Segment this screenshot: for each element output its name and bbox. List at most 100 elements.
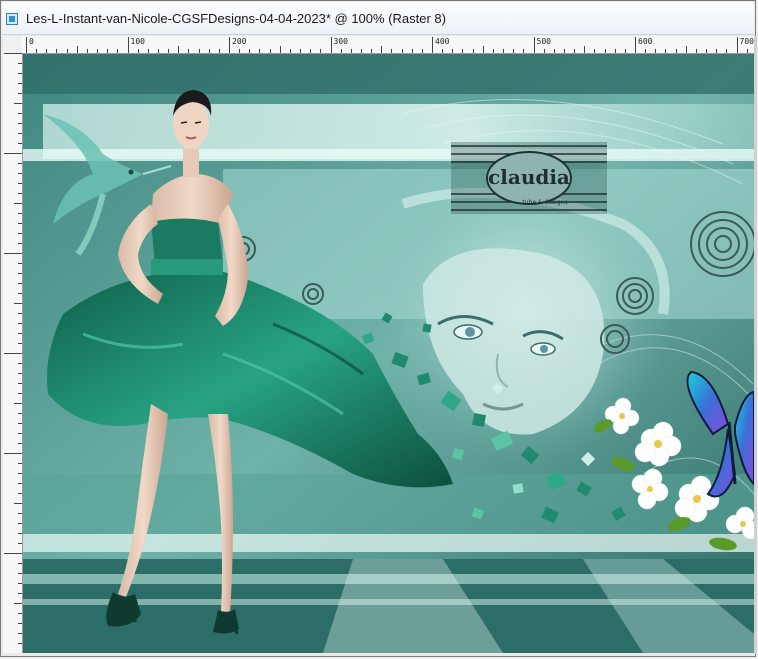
ruler-tick — [117, 49, 119, 53]
ruler-tick — [300, 49, 302, 53]
ruler-tick — [18, 563, 22, 564]
ruler-tick — [18, 333, 22, 334]
ruler-tick — [503, 49, 505, 53]
ruler-tick — [18, 233, 22, 234]
image-canvas[interactable]: claudia tube & designs — [23, 54, 754, 653]
ruler-tick — [18, 623, 22, 624]
ruler-tick — [462, 49, 464, 53]
canvas-right-edge — [754, 36, 757, 654]
ruler-tick — [574, 49, 576, 53]
ruler-tick — [229, 37, 230, 53]
ruler-tick — [18, 633, 22, 634]
app-window: Les-L-Instant-van-Nicole-CGSFDesigns-04-… — [0, 0, 757, 657]
horizontal-ruler[interactable]: 0 100 200 300 400 500 600 700 — [22, 36, 755, 54]
ruler-tick — [18, 543, 22, 544]
title-bar[interactable]: Les-L-Instant-van-Nicole-CGSFDesigns-04-… — [2, 2, 754, 35]
ruler-tick — [18, 443, 22, 444]
ruler-tick — [249, 49, 251, 53]
ruler-tick — [330, 37, 332, 53]
watermark-logo: claudia tube & designs — [451, 142, 607, 214]
ruler-tick — [97, 49, 99, 53]
ruler-tick — [18, 143, 22, 144]
ruler-label: 100 — [130, 37, 145, 46]
ruler-tick — [18, 383, 22, 384]
ruler-tick — [18, 593, 22, 594]
ruler-tick — [18, 183, 22, 184]
ruler-tick — [432, 37, 433, 53]
ruler-tick — [259, 49, 261, 53]
ruler-tick — [18, 373, 22, 374]
ruler-tick — [18, 173, 22, 174]
ruler-tick — [147, 49, 149, 53]
ruler-tick — [533, 37, 535, 53]
ruler-tick — [18, 163, 22, 164]
ruler-tick — [604, 49, 606, 53]
ruler-tick — [269, 49, 271, 53]
ruler-tick — [18, 513, 22, 514]
ruler-tick — [18, 533, 22, 534]
ruler-tick — [523, 49, 525, 53]
ruler-corner — [3, 36, 23, 54]
ruler-tick — [543, 49, 545, 53]
ruler-tick — [655, 49, 657, 53]
ruler-label: 300 — [333, 37, 348, 46]
ruler-tick — [421, 49, 423, 53]
ruler-tick — [726, 49, 728, 53]
ruler-tick — [18, 283, 22, 284]
ruler-tick — [624, 49, 626, 53]
ruler-tick — [381, 46, 383, 53]
ruler-tick — [107, 49, 109, 53]
ruler-tick — [18, 423, 22, 424]
ruler-label: 700 — [739, 37, 754, 46]
ruler-tick — [401, 49, 403, 53]
ruler-tick — [594, 49, 596, 53]
ruler-tick — [360, 49, 362, 53]
ruler-tick — [14, 203, 22, 204]
light-stripe — [23, 149, 754, 161]
ruler-tick — [18, 393, 22, 394]
window-title: Les-L-Instant-van-Nicole-CGSFDesigns-04-… — [26, 11, 446, 26]
ruler-tick — [18, 413, 22, 414]
ruler-tick — [18, 583, 22, 584]
ruler-tick — [18, 123, 22, 124]
ruler-tick — [482, 46, 484, 53]
ruler-tick — [340, 49, 342, 53]
ruler-tick — [18, 573, 22, 574]
ruler-tick — [46, 49, 48, 53]
ruler-tick — [695, 49, 697, 53]
ruler-tick — [635, 37, 636, 53]
ruler-tick — [218, 49, 220, 53]
ruler-tick — [18, 243, 22, 244]
ruler-tick — [645, 49, 647, 53]
top-dark-band — [23, 54, 754, 94]
ruler-label: 600 — [638, 37, 653, 46]
ruler-tick — [188, 49, 190, 53]
ruler-tick — [18, 93, 22, 94]
ruler-tick — [178, 46, 180, 53]
ruler-tick — [18, 643, 22, 644]
ruler-label: 400 — [435, 37, 450, 46]
ruler-tick — [26, 37, 27, 53]
ruler-tick — [716, 49, 718, 53]
ruler-tick — [208, 49, 210, 53]
ruler-tick — [736, 37, 738, 53]
ruler-tick — [18, 323, 22, 324]
ruler-tick — [18, 83, 22, 84]
artwork: claudia tube & designs — [23, 54, 754, 653]
ruler-tick — [127, 37, 129, 53]
ruler-tick — [563, 49, 565, 53]
ruler-tick — [310, 49, 312, 53]
image-window-icon — [6, 13, 18, 25]
ruler-tick — [18, 313, 22, 314]
ruler-tick — [391, 49, 393, 53]
ruler-tick — [746, 49, 748, 53]
ruler-tick — [14, 303, 22, 304]
ruler-tick — [371, 49, 373, 53]
ruler-tick — [320, 49, 322, 53]
ruler-tick — [350, 49, 352, 53]
vertical-ruler[interactable] — [3, 53, 23, 653]
ruler-tick — [36, 49, 38, 53]
watermark-subtext: tube & designs — [522, 199, 567, 206]
ruler-tick — [4, 553, 22, 554]
ruler-tick — [198, 49, 200, 53]
